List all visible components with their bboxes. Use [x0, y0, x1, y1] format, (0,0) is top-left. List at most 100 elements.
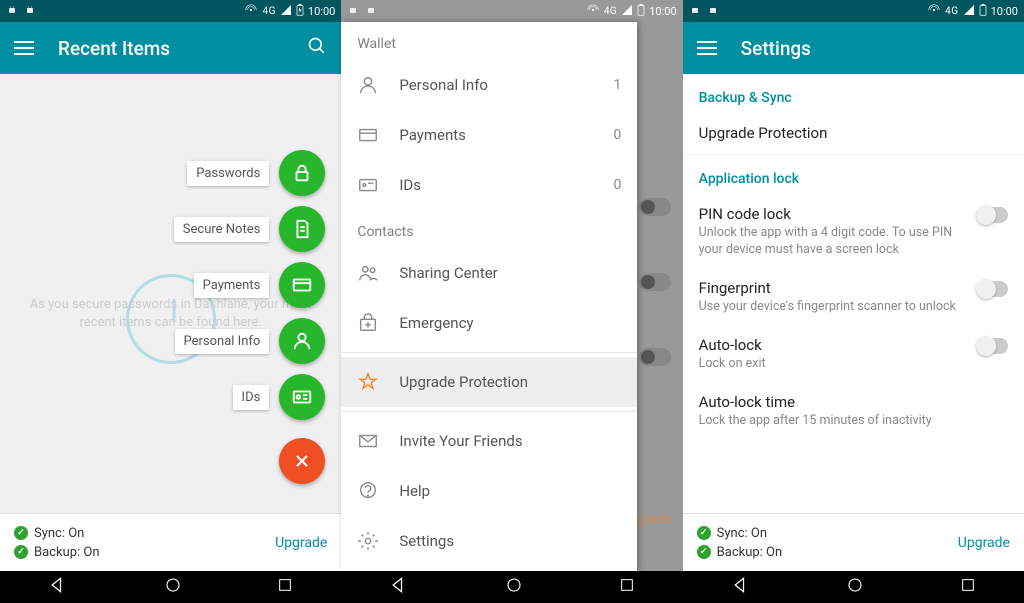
emergency-icon: [357, 312, 379, 334]
check-icon: [697, 526, 711, 540]
fab-ids[interactable]: IDs: [233, 374, 326, 420]
recents-key[interactable]: [619, 577, 635, 597]
screen-recent-items: 4G 10:00 Recent Items As you secure pass…: [0, 0, 341, 603]
recents-key[interactable]: [277, 577, 293, 597]
android-robot-icon: [24, 4, 36, 19]
network-label: 4G: [945, 6, 958, 17]
close-fab[interactable]: [279, 438, 325, 484]
status-time: 10:00: [991, 5, 1018, 18]
note-icon[interactable]: [279, 206, 325, 252]
setting-upgrade-protection[interactable]: Upgrade Protection: [683, 114, 1024, 154]
drawer-item-invite[interactable]: Invite Your Friends: [341, 416, 637, 466]
fab-label: Secure Notes: [174, 217, 270, 242]
android-robot-icon: [689, 4, 701, 19]
navigation-drawer: Wallet Personal Info 1 Payments 0 IDs 0 …: [341, 22, 637, 571]
page-title: Recent Items: [58, 37, 283, 60]
drawer-count: 0: [613, 127, 621, 143]
battery-icon: [979, 4, 987, 19]
fab-personal-info[interactable]: Personal Info: [175, 318, 326, 364]
status-bar: 4G 10:00: [683, 0, 1024, 22]
menu-icon[interactable]: [14, 41, 34, 55]
drawer-label: Payments: [399, 126, 466, 144]
toggle-switch[interactable]: [976, 281, 1008, 297]
setting-autolock[interactable]: Auto-lock Lock on exit: [683, 326, 1024, 383]
fab-passwords[interactable]: Passwords: [187, 150, 325, 196]
id-icon[interactable]: [279, 374, 325, 420]
drawer-item-ids[interactable]: IDs 0: [341, 160, 637, 210]
setting-subtitle: Lock on exit: [699, 356, 966, 373]
section-application-lock: Application lock: [683, 155, 1024, 195]
setting-subtitle: Unlock the app with a 4 digit code. To u…: [699, 225, 966, 259]
toggle-switch[interactable]: [976, 338, 1008, 354]
person-icon: [357, 74, 379, 96]
home-key[interactable]: [164, 576, 182, 598]
drawer-label: IDs: [399, 176, 421, 194]
behind-toggle: [639, 198, 671, 216]
fab-secure-notes[interactable]: Secure Notes: [174, 206, 326, 252]
setting-title: Auto-lock time: [699, 393, 1008, 411]
id-icon: [357, 174, 379, 196]
hotspot-icon: [244, 3, 258, 20]
app-bar: Settings: [683, 22, 1024, 74]
drawer-label: Help: [399, 482, 430, 500]
sync-status: Sync: On: [717, 526, 767, 541]
signal-icon: [621, 4, 633, 19]
android-nav-bar: [683, 571, 1024, 603]
app-bar: Recent Items: [0, 22, 341, 74]
toggle-switch[interactable]: [976, 207, 1008, 223]
setting-autolock-time[interactable]: Auto-lock time Lock the app after 15 min…: [683, 383, 1024, 440]
behind-toggle: [639, 348, 671, 366]
person-icon[interactable]: [279, 318, 325, 364]
card-icon[interactable]: [279, 262, 325, 308]
card-icon: [357, 124, 379, 146]
screen-navigation-drawer: 4G 10:00 pgrade Wallet Personal Info 1 P…: [341, 0, 682, 603]
menu-icon[interactable]: [697, 41, 717, 55]
signal-icon: [280, 4, 292, 19]
drawer-label: Emergency: [399, 314, 473, 332]
settings-content: Backup & Sync Upgrade Protection Applica…: [683, 74, 1024, 513]
drawer-label: Sharing Center: [399, 264, 497, 282]
drawer-count: 1: [613, 77, 621, 93]
hotspot-icon: [927, 3, 941, 20]
signal-icon: [963, 4, 975, 19]
battery-icon: [296, 4, 304, 19]
lock-icon[interactable]: [279, 150, 325, 196]
backup-status: Backup: On: [34, 545, 100, 560]
fab-label: Payments: [194, 273, 270, 298]
search-icon[interactable]: [307, 36, 327, 61]
drawer-item-sharing[interactable]: Sharing Center: [341, 248, 637, 298]
drawer-item-payments[interactable]: Payments 0: [341, 110, 637, 160]
status-bar: 4G 10:00: [0, 0, 341, 22]
back-key[interactable]: [731, 575, 751, 599]
setting-fingerprint[interactable]: Fingerprint Use your device's fingerprin…: [683, 269, 1024, 326]
status-bar: 4G 10:00: [341, 0, 682, 22]
setting-pin-lock[interactable]: PIN code lock Unlock the app with a 4 di…: [683, 195, 1024, 269]
drawer-item-help[interactable]: Help: [341, 466, 637, 516]
gear-icon: [357, 530, 379, 552]
drawer-item-personal-info[interactable]: Personal Info 1: [341, 60, 637, 110]
back-key[interactable]: [48, 575, 68, 599]
network-label: 4G: [604, 6, 617, 17]
recents-key[interactable]: [960, 577, 976, 597]
divider: [341, 411, 637, 412]
drawer-label: Invite Your Friends: [399, 432, 522, 450]
back-key[interactable]: [389, 575, 409, 599]
hotspot-icon: [586, 3, 600, 20]
envelope-icon: [357, 430, 379, 452]
star-icon: [357, 371, 379, 393]
check-icon: [14, 545, 28, 559]
drawer-section-contacts: Contacts: [341, 210, 637, 248]
home-key[interactable]: [505, 576, 523, 598]
sync-status: Sync: On: [34, 526, 84, 541]
drawer-item-settings[interactable]: Settings: [341, 516, 637, 566]
footer-bar: Sync: On Backup: On Upgrade: [683, 513, 1024, 571]
main-content: As you secure passwords in Dashlane, you…: [0, 74, 341, 513]
upgrade-link[interactable]: Upgrade: [275, 535, 327, 551]
android-robot-icon: [347, 4, 359, 19]
home-key[interactable]: [846, 576, 864, 598]
fab-payments[interactable]: Payments: [194, 262, 326, 308]
drawer-item-emergency[interactable]: Emergency: [341, 298, 637, 348]
setting-subtitle: Use your device's fingerprint scanner to…: [699, 299, 966, 316]
drawer-item-upgrade-protection[interactable]: Upgrade Protection: [341, 357, 637, 407]
upgrade-link[interactable]: Upgrade: [958, 535, 1010, 551]
